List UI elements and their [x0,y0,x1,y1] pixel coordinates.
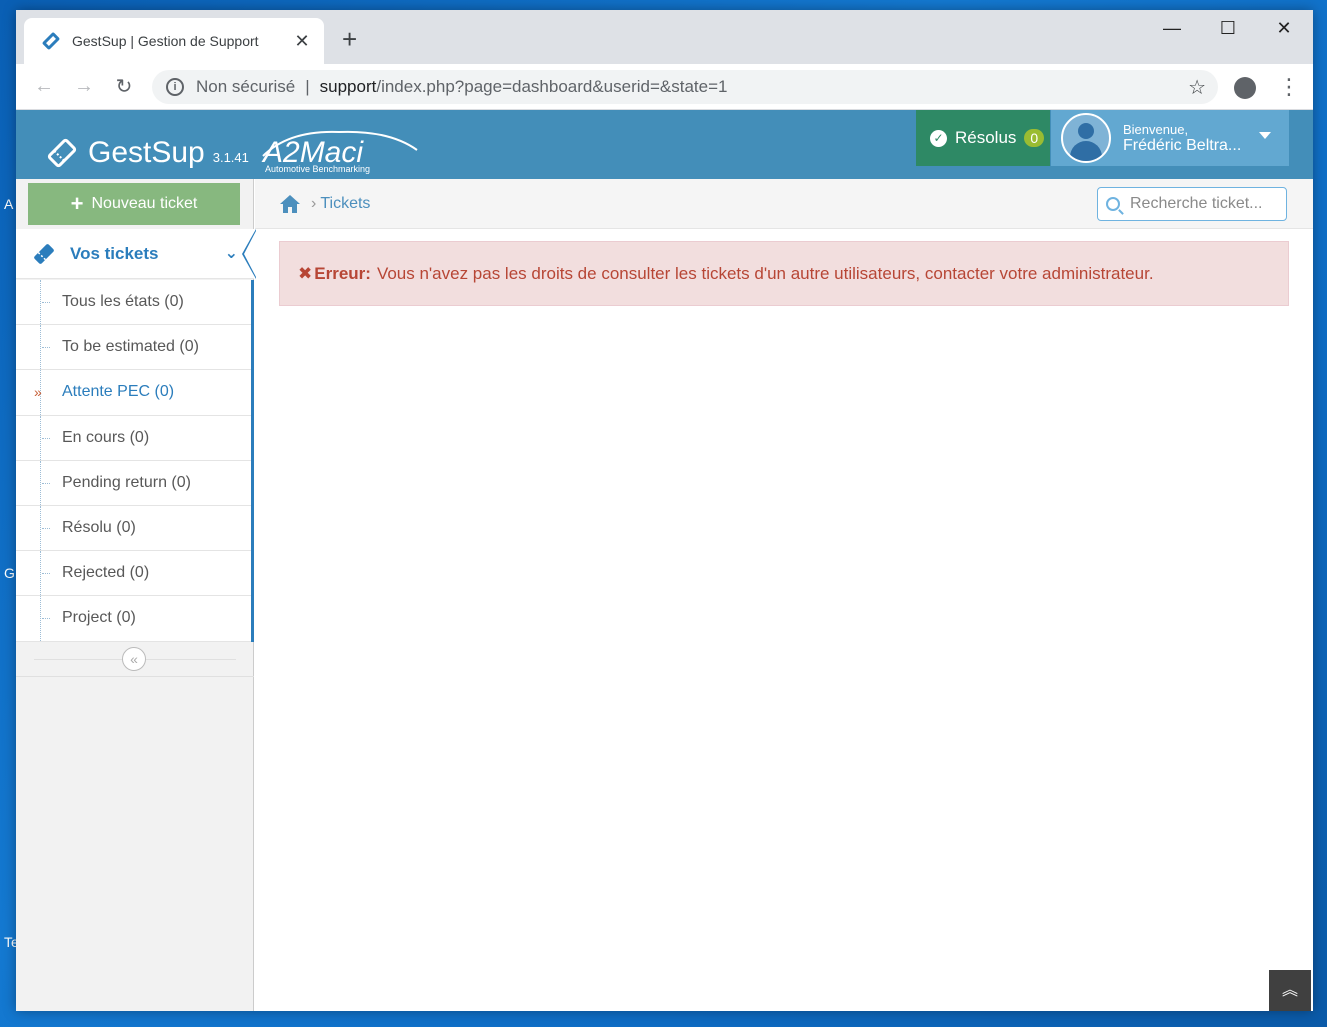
error-message: Vous n'avez pas les droits de consulter … [376,263,1154,283]
sidebar-item-label: Tous les états (0) [62,293,184,311]
resolved-count-badge: 0 [1024,129,1045,147]
app-name: GestSup [88,135,205,169]
browser-window: GestSup | Gestion de Support ✕ + — ☐ ✕ ←… [16,10,1313,1011]
sidebar-collapse-bar: « [16,645,254,677]
minimize-button[interactable]: — [1144,18,1200,39]
sidebar-item-label: En cours (0) [62,428,150,446]
back-button[interactable]: ← [24,75,64,98]
double-chevron-right-icon: » [34,384,42,401]
your-tickets-title: Vos tickets [70,243,159,263]
user-name: Frédéric Beltra... [1123,136,1242,154]
breadcrumb: › Tickets Recherche ticket... [255,179,1313,229]
ticket-state-list: Tous les états (0) To be estimated (0) »… [16,280,254,642]
new-ticket-label: Nouveau ticket [91,195,198,212]
address-bar: ← → ↻ i Non sécurisé | support /index.ph… [16,64,1313,110]
close-window-button[interactable]: ✕ [1256,18,1312,39]
error-x-icon: ✖ [298,263,313,283]
window-controls: — ☐ ✕ [1144,18,1312,39]
scroll-to-top-button[interactable]: ︽ [1269,970,1311,1011]
new-tab-button[interactable]: + [342,24,357,55]
sidebar-item-resolu[interactable]: Résolu (0) [16,505,251,552]
search-placeholder: Recherche ticket... [1130,195,1263,212]
sidebar-item-to-be-estimated[interactable]: To be estimated (0) [16,325,251,371]
chevron-down-icon: ⌄ [224,245,238,262]
sidebar-item-all-states[interactable]: Tous les états (0) [16,280,251,326]
bookmark-star-icon[interactable]: ☆ [1188,75,1206,100]
home-icon[interactable] [279,194,301,214]
search-input[interactable]: Recherche ticket... [1097,187,1287,221]
company-logo: A2Maci Automotive Benchmarking [259,126,421,179]
breadcrumb-tickets[interactable]: Tickets [320,195,370,213]
resolved-tickets-button[interactable]: ✓ Résolus 0 [916,110,1050,166]
avatar [1061,113,1111,163]
url-host: support [319,77,377,96]
error-alert: ✖ Erreur: Vous n'avez pas les droits de … [279,241,1289,306]
sidebar-item-label: To be estimated (0) [62,338,199,356]
sidebar-item-pending-return[interactable]: Pending return (0) [16,460,251,506]
user-menu[interactable]: Bienvenue, Frédéric Beltra... [1051,110,1289,166]
sidebar-item-en-cours[interactable]: En cours (0) [16,415,251,461]
sidebar-item-label: Résolu (0) [62,519,136,537]
caret-down-icon [1259,132,1271,139]
plus-icon: + [70,191,84,216]
error-title: Erreur: [314,263,371,283]
browser-tab[interactable]: GestSup | Gestion de Support ✕ [24,18,324,64]
sidebar-item-rejected[interactable]: Rejected (0) [16,551,251,597]
app-header: GestSup 3.1.41 A2Maci Automotive Benchma… [16,110,1313,179]
ticket-icon [42,32,60,50]
brand[interactable]: GestSup 3.1.41 A2Maci Automotive Benchma… [46,126,421,179]
browser-menu-icon[interactable]: ⋮ [1278,72,1300,102]
reload-button[interactable]: ↻ [104,74,144,99]
search-icon [1106,197,1120,211]
resolved-label: Résolus [955,128,1017,147]
breadcrumb-separator: › [311,194,317,212]
new-ticket-button[interactable]: + Nouveau ticket [28,183,240,225]
sidebar-item-attente-pec[interactable]: » Attente PEC (0) [16,370,251,416]
ticket-icon [34,243,54,264]
app-version: 3.1.41 [212,150,249,165]
maximize-button[interactable]: ☐ [1200,18,1256,39]
security-label: Non sécurisé [196,77,296,96]
info-icon[interactable]: i [166,78,184,96]
sidebar-item-label: Rejected (0) [62,564,150,582]
desktop-icon-label: G [4,565,15,581]
url-field[interactable]: i Non sécurisé | support /index.php?page… [152,70,1218,104]
collapse-sidebar-button[interactable]: « [122,647,146,671]
ticket-logo-icon [47,138,77,167]
sidebar-item-label: Project (0) [62,609,136,627]
your-tickets-menu[interactable]: Vos tickets ⌄ [16,229,256,279]
sidebar-item-label: Pending return (0) [62,473,191,491]
sidebar-item-project[interactable]: Project (0) [16,596,251,642]
desktop-icon-label: A [4,196,14,212]
welcome-text: Bienvenue, [1123,121,1189,137]
forward-button[interactable]: → [64,75,104,98]
company-tagline: Automotive Benchmarking [265,164,370,174]
tab-title: GestSup | Gestion de Support [72,33,259,49]
sidebar: + Nouveau ticket Vos tickets ⌄ Tous les … [16,179,256,1011]
check-circle-icon: ✓ [930,129,947,147]
profile-icon[interactable] [1234,77,1256,99]
close-tab-icon[interactable]: ✕ [292,31,312,52]
separator: | [305,77,310,96]
url-path: /index.php?page=dashboard&userid=&state=… [376,77,728,96]
sidebar-item-label: Attente PEC (0) [62,383,175,401]
tab-strip: GestSup | Gestion de Support ✕ + — ☐ ✕ [16,10,1313,64]
